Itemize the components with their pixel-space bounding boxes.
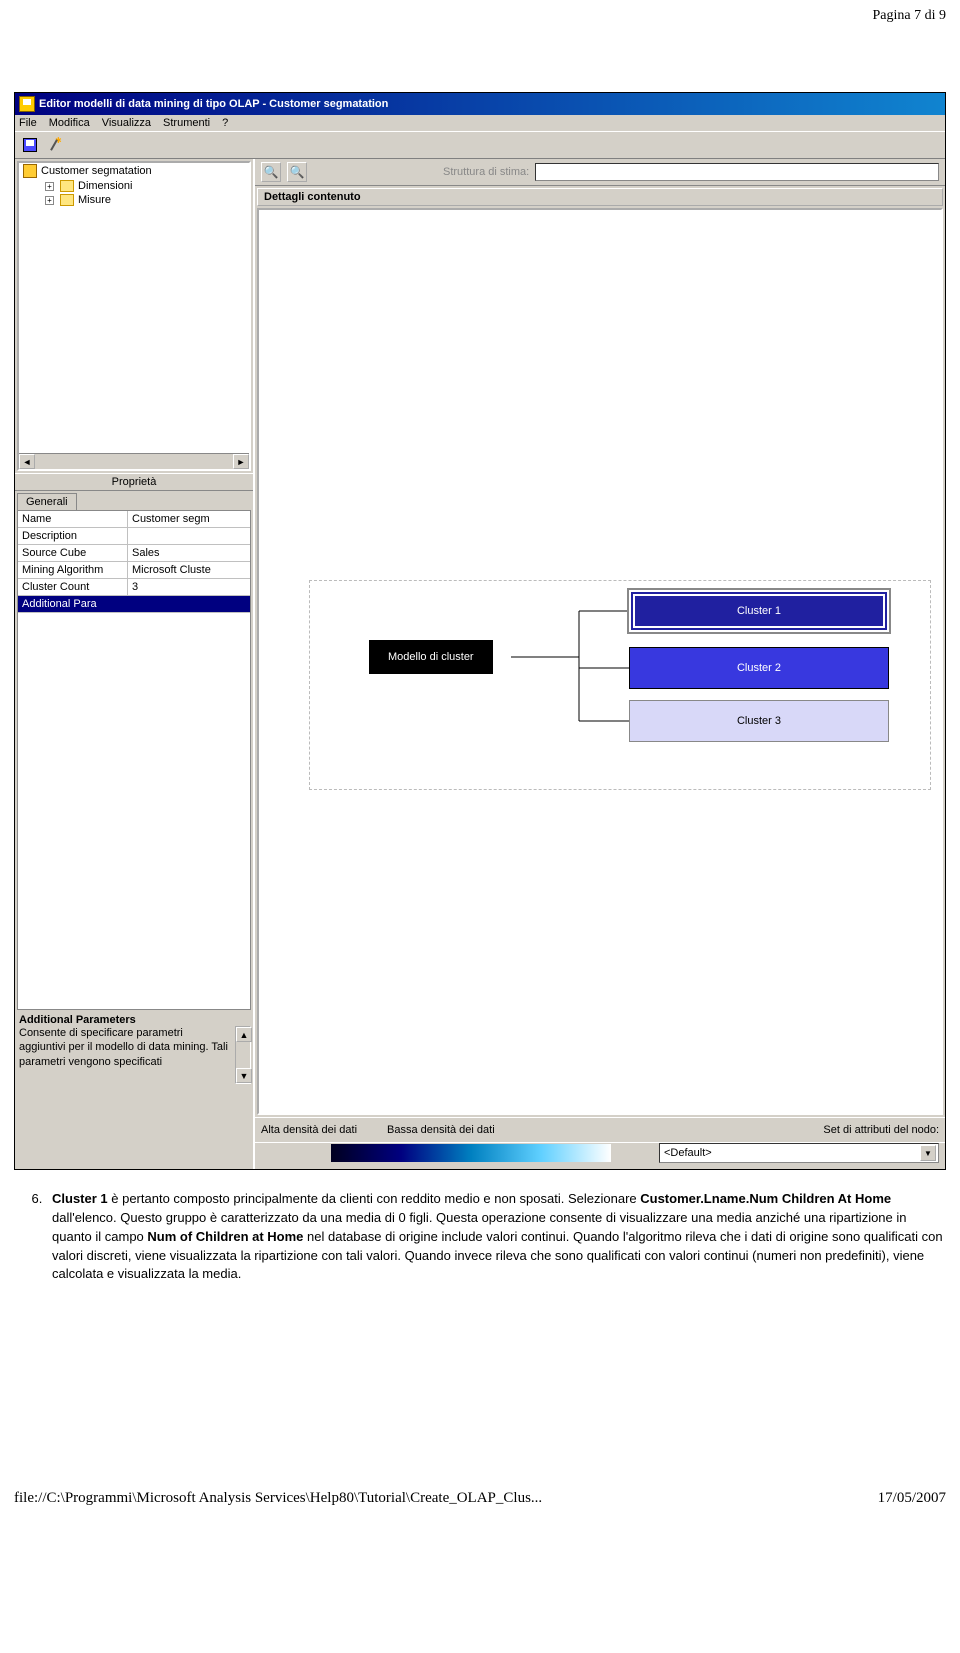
prop-value	[128, 528, 250, 544]
prop-value	[128, 596, 250, 612]
menubar: File Modifica Visualizza Strumenti ?	[15, 115, 945, 131]
main-area: Customer segmatation + Dimensioni + Misu…	[15, 159, 945, 1169]
titlebar: Editor modelli di data mining di tipo OL…	[15, 93, 945, 115]
wand-icon	[49, 138, 63, 152]
bold-numchildren: Num of Children at Home	[147, 1229, 303, 1244]
bottom-bar-2: <Default> ▼	[255, 1142, 945, 1169]
help-scrollbar[interactable]: ▲ ▼	[235, 1026, 251, 1084]
cube-icon	[23, 164, 37, 178]
folder-icon	[60, 180, 74, 192]
tree-hscrollbar[interactable]: ◄ ►	[19, 453, 249, 469]
app-window: Editor modelli di data mining di tipo OL…	[14, 92, 946, 1170]
scroll-right-icon[interactable]: ►	[233, 454, 249, 469]
prop-row-mining-algorithm[interactable]: Mining Algorithm Microsoft Cluste	[18, 562, 250, 579]
scroll-left-icon[interactable]: ◄	[19, 454, 35, 469]
left-panel: Customer segmatation + Dimensioni + Misu…	[15, 159, 255, 1169]
zoom-in-button[interactable]: 🔍	[261, 162, 281, 182]
toolbar	[15, 131, 945, 159]
menu-file[interactable]: File	[19, 117, 37, 129]
stima-label: Struttura di stima:	[443, 166, 529, 178]
window-icon	[19, 96, 35, 112]
prop-row-cluster-count[interactable]: Cluster Count 3	[18, 579, 250, 596]
tree-misure-label: Misure	[78, 194, 111, 206]
cluster-3-node[interactable]: Cluster 3	[629, 700, 889, 742]
prop-value: Sales	[128, 545, 250, 561]
text-1: è pertanto composto principalmente da cl…	[108, 1191, 641, 1206]
cluster-root-node[interactable]: Modello di cluster	[369, 640, 493, 674]
prop-value: Customer segm	[128, 511, 250, 527]
tree-root-label: Customer segmatation	[41, 165, 152, 177]
help-text: Consente di specificare parametri aggiun…	[17, 1026, 233, 1084]
density-low-label: Bassa densità dei dati	[387, 1124, 495, 1136]
tree-root[interactable]: Customer segmatation	[19, 163, 249, 179]
tree-dimensioni[interactable]: + Dimensioni	[19, 179, 249, 193]
expand-icon[interactable]: +	[45, 182, 54, 191]
bottom-bar: Alta densità dei dati Bassa densità dei …	[255, 1117, 945, 1142]
zoom-out-icon: 🔍	[290, 165, 305, 179]
prop-key: Additional Para	[18, 596, 128, 612]
prop-row-source-cube[interactable]: Source Cube Sales	[18, 545, 250, 562]
right-toolbar: 🔍 🔍 Struttura di stima:	[255, 159, 945, 186]
right-panel: 🔍 🔍 Struttura di stima: Dettagli contenu…	[255, 159, 945, 1169]
save-button[interactable]	[19, 134, 41, 156]
scroll-down-icon[interactable]: ▼	[236, 1068, 252, 1083]
list-item-6: Cluster 1 è pertanto composto principalm…	[46, 1190, 946, 1284]
menu-strumenti[interactable]: Strumenti	[163, 117, 210, 129]
help-pane: Additional Parameters Consente di specif…	[17, 1012, 251, 1084]
properties-grid: Name Customer segm Description Source Cu…	[17, 510, 251, 1010]
section-dettagli: Dettagli contenuto	[257, 188, 943, 206]
properties-title: Proprietà	[15, 473, 253, 491]
window-title: Editor modelli di data mining di tipo OL…	[39, 98, 388, 110]
prop-key: Mining Algorithm	[18, 562, 128, 578]
tab-generali[interactable]: Generali	[17, 493, 77, 510]
footer-date: 17/05/2007	[878, 1490, 946, 1507]
cluster-1-node[interactable]: Cluster 1	[629, 590, 889, 632]
tree-pane: Customer segmatation + Dimensioni + Misu…	[17, 161, 251, 471]
document-body: Cluster 1 è pertanto composto principalm…	[0, 1170, 960, 1304]
menu-visualizza[interactable]: Visualizza	[102, 117, 151, 129]
tree-dimensioni-label: Dimensioni	[78, 180, 132, 192]
tree-misure[interactable]: + Misure	[19, 193, 249, 207]
expand-icon[interactable]: +	[45, 196, 54, 205]
footer: file://C:\Programmi\Microsoft Analysis S…	[0, 1484, 960, 1513]
zoom-in-icon: 🔍	[264, 165, 279, 179]
footer-path: file://C:\Programmi\Microsoft Analysis S…	[14, 1490, 542, 1507]
zoom-out-button[interactable]: 🔍	[287, 162, 307, 182]
stima-input[interactable]	[535, 163, 939, 181]
cluster-2-node[interactable]: Cluster 2	[629, 647, 889, 689]
nodo-label: Set di attributi del nodo:	[823, 1124, 939, 1136]
bold-cluster1: Cluster 1	[52, 1191, 108, 1206]
bold-fieldname: Customer.Lname.Num Children At Home	[640, 1191, 891, 1206]
save-icon	[23, 138, 37, 152]
prop-key: Name	[18, 511, 128, 527]
prop-value: 3	[128, 579, 250, 595]
prop-row-description[interactable]: Description	[18, 528, 250, 545]
prop-value: Microsoft Cluste	[128, 562, 250, 578]
prop-row-name[interactable]: Name Customer segm	[18, 511, 250, 528]
prop-key: Cluster Count	[18, 579, 128, 595]
page-number: Pagina 7 di 9	[0, 0, 960, 32]
density-gradient	[331, 1144, 611, 1162]
density-high-label: Alta densità dei dati	[261, 1124, 357, 1136]
nodo-value: <Default>	[664, 1147, 712, 1159]
menu-modifica[interactable]: Modifica	[49, 117, 90, 129]
prop-key: Source Cube	[18, 545, 128, 561]
prop-row-additional-params[interactable]: Additional Para	[18, 596, 250, 613]
folder-icon	[60, 194, 74, 206]
screenshot-container: Editor modelli di data mining di tipo OL…	[0, 92, 960, 1170]
diagram-canvas: Modello di cluster Cluster 1 Cluster 2 C…	[257, 208, 943, 1115]
properties-tabs: Generali	[15, 491, 253, 510]
dropdown-icon[interactable]: ▼	[920, 1145, 936, 1161]
prop-key: Description	[18, 528, 128, 544]
wizard-button[interactable]	[45, 134, 67, 156]
help-title: Additional Parameters	[17, 1012, 251, 1026]
nodo-select[interactable]: <Default> ▼	[659, 1143, 939, 1163]
menu-help[interactable]: ?	[222, 117, 228, 129]
scroll-up-icon[interactable]: ▲	[236, 1027, 252, 1042]
